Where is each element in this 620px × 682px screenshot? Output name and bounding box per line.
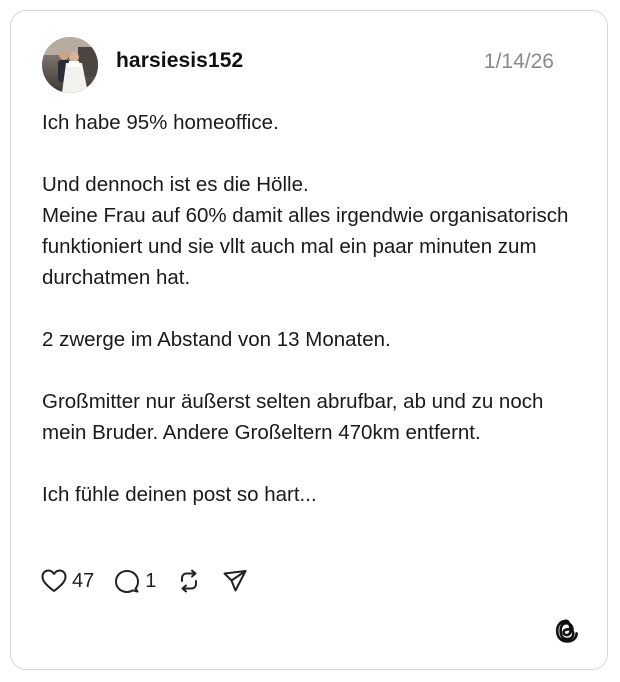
username[interactable]: harsiesis152: [116, 49, 243, 73]
post-date: 1/14/26: [483, 50, 554, 73]
send-icon: [223, 570, 247, 592]
share-button[interactable]: [222, 569, 248, 593]
post-card: harsiesis152 1/14/26 Ich habe 95% homeof…: [10, 10, 608, 670]
post-paragraph: Und dennoch ist es die Hölle. Meine Frau…: [42, 173, 569, 289]
post-paragraph: Ich fühle deinen post so hart...: [42, 483, 317, 506]
post-paragraph: 2 zwerge im Abstand von 13 Monaten.: [42, 328, 391, 351]
like-count: 47: [72, 569, 95, 592]
post-paragraph: Ich habe 95% homeoffice.: [42, 111, 279, 134]
repost-button[interactable]: [176, 568, 202, 594]
avatar-photo: [42, 37, 98, 93]
threads-logo-icon: [553, 617, 581, 645]
speech-bubble-icon: [115, 570, 140, 593]
post-paragraph: Großmitter nur äußerst selten abrufbar, …: [42, 390, 544, 444]
repost-arrows-icon: [181, 569, 198, 593]
avatar[interactable]: [42, 37, 98, 93]
reply-count: 1: [145, 569, 157, 592]
heart-icon: [41, 569, 67, 592]
post-body: Ich habe 95% homeoffice. Und dennoch ist…: [42, 107, 587, 510]
reply-button[interactable]: 1: [114, 569, 156, 593]
like-button[interactable]: 47: [41, 569, 94, 593]
action-bar: 47 1: [41, 567, 268, 595]
